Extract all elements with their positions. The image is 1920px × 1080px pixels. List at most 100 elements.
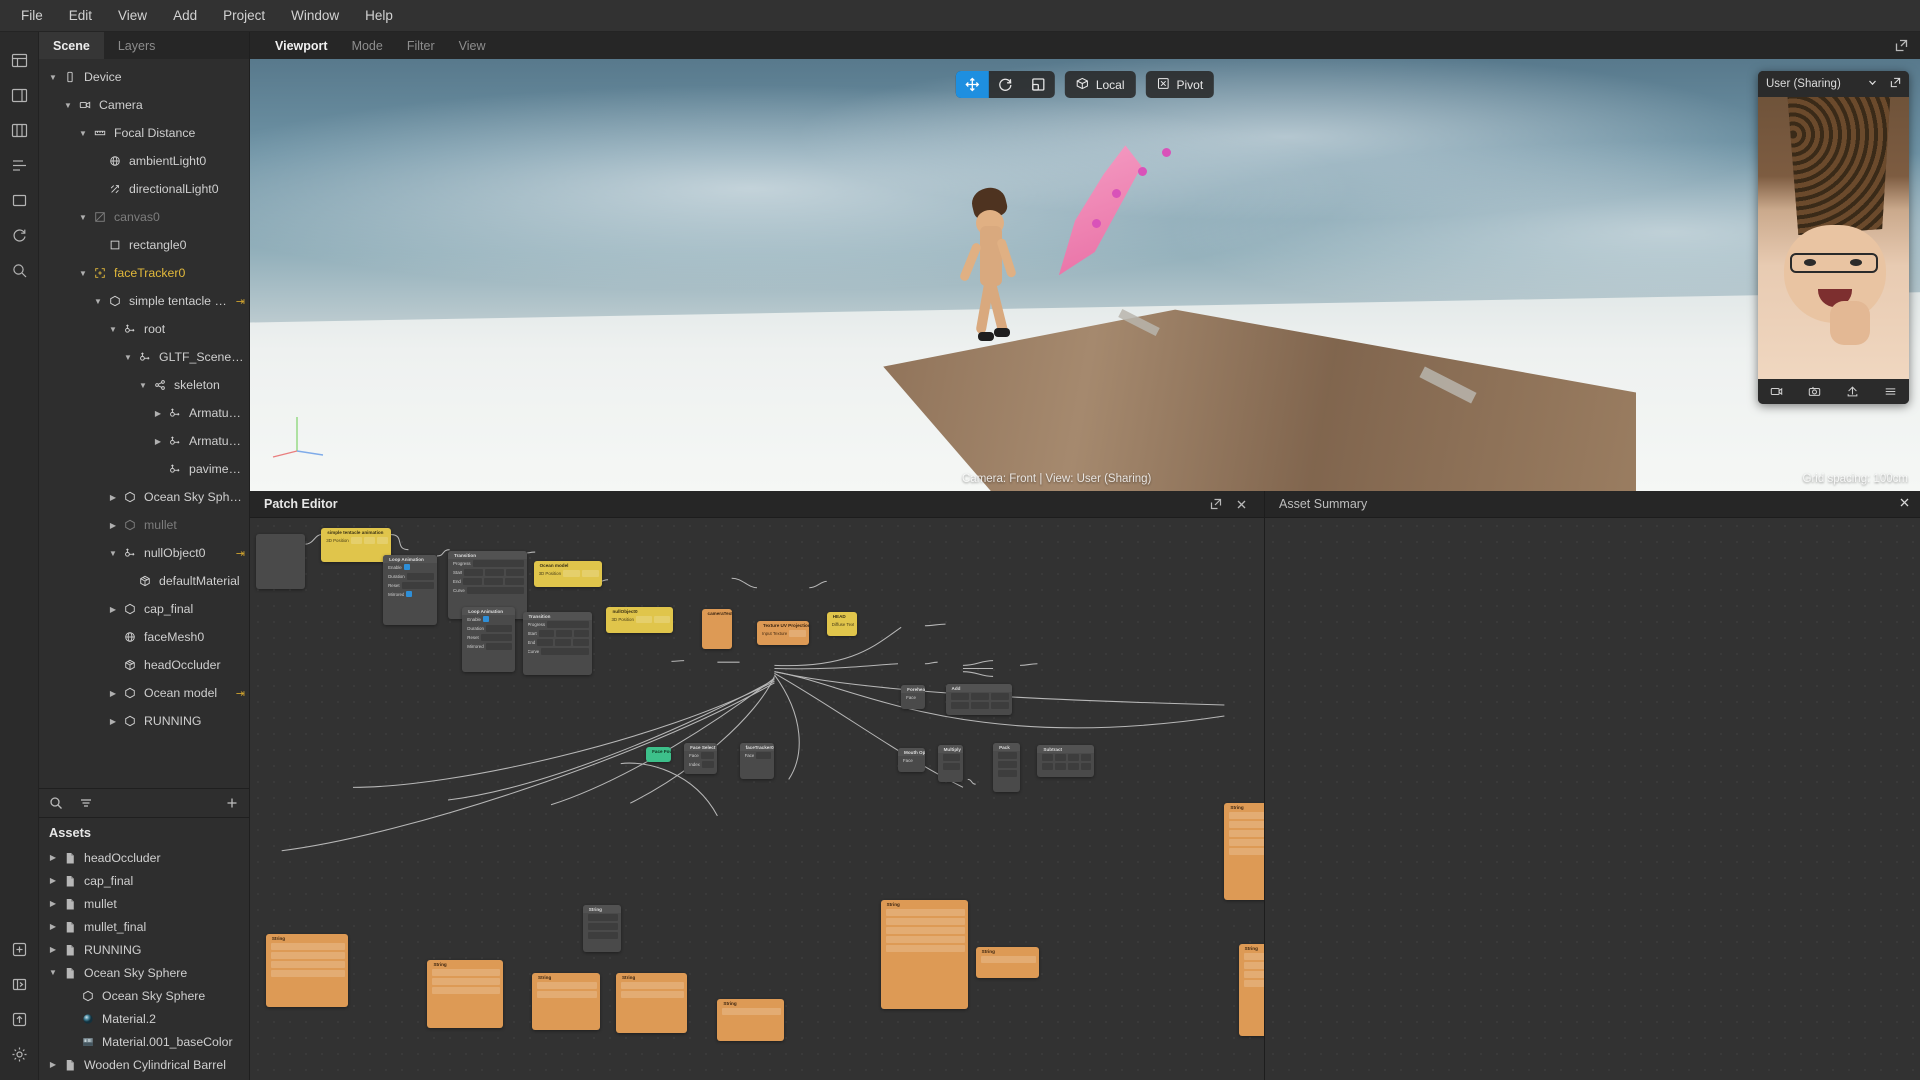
- tree-twisty-right[interactable]: ▶: [45, 922, 61, 931]
- tree-twisty-right[interactable]: ▶: [105, 605, 121, 614]
- tree-twisty-right[interactable]: ▶: [150, 409, 166, 418]
- patch-node-field[interactable]: [789, 630, 807, 638]
- columns-icon[interactable]: [3, 114, 35, 146]
- patch-node-field[interactable]: [885, 917, 965, 925]
- patch-node-field[interactable]: [1055, 754, 1066, 762]
- scene-tree-item[interactable]: ▶ mullet: [39, 511, 249, 539]
- patch-node[interactable]: String: [717, 998, 784, 1041]
- patch-node-field[interactable]: [363, 537, 375, 545]
- scene-tree-item[interactable]: defaultMaterial: [39, 567, 249, 595]
- patch-node[interactable]: String: [615, 972, 688, 1033]
- tree-twisty-right[interactable]: ▶: [45, 853, 61, 862]
- patch-node-field[interactable]: [1229, 811, 1264, 819]
- patch-node[interactable]: String: [265, 933, 349, 1007]
- menu-item-add[interactable]: Add: [160, 4, 210, 27]
- tree-twisty-down[interactable]: ▼: [135, 381, 151, 390]
- tree-twisty-right[interactable]: ▶: [105, 689, 121, 698]
- tree-twisty-right[interactable]: ▶: [45, 945, 61, 954]
- patch-node-field[interactable]: [1229, 820, 1264, 828]
- tree-twisty-down[interactable]: ▼: [90, 297, 106, 306]
- patch-node[interactable]: String: [1238, 944, 1264, 1036]
- close-icon[interactable]: [1229, 499, 1254, 510]
- asset-list-item[interactable]: ▶ mullet: [39, 892, 249, 915]
- patch-node[interactable]: Pack: [993, 742, 1020, 793]
- patch-node-field[interactable]: [998, 751, 1017, 759]
- scene-tree-item[interactable]: ▶ Ocean model ⇥: [39, 679, 249, 707]
- sharing-preview[interactable]: [1758, 97, 1909, 379]
- patch-node-field[interactable]: [998, 769, 1017, 777]
- patch-node-field[interactable]: [537, 990, 598, 998]
- patch-node[interactable]: String: [532, 972, 601, 1031]
- patch-node-field[interactable]: [635, 615, 652, 623]
- patch-node-field[interactable]: [701, 760, 715, 768]
- close-icon[interactable]: [1899, 497, 1910, 511]
- tree-twisty-down[interactable]: ▼: [75, 269, 91, 278]
- video-icon[interactable]: [1770, 385, 1783, 398]
- refresh-icon[interactable]: [3, 219, 35, 251]
- scene-tree-item[interactable]: ▶ Armature.001_4: [39, 427, 249, 455]
- patch-node-field[interactable]: [756, 751, 772, 759]
- patch-node-field[interactable]: [1055, 763, 1066, 771]
- patch-node-field[interactable]: [547, 621, 590, 629]
- patch-node-field[interactable]: [480, 633, 512, 641]
- patch-node-field[interactable]: [620, 990, 685, 998]
- tentacle-handle-dot[interactable]: [1111, 188, 1121, 198]
- patch-node-field[interactable]: [998, 760, 1017, 768]
- scene-tree-item[interactable]: ▼ simple tentacle anima...⇥: [39, 287, 249, 315]
- patch-node-field[interactable]: [970, 692, 989, 700]
- patch-node-field[interactable]: [1042, 754, 1054, 762]
- add-panel-icon[interactable]: [3, 933, 35, 965]
- patch-node-field[interactable]: [1229, 829, 1264, 837]
- patch-node-field[interactable]: [485, 642, 512, 650]
- scene-tree-item[interactable]: ▼ nullObject0 ⇥: [39, 539, 249, 567]
- expand-panel-icon[interactable]: [1895, 39, 1908, 52]
- patch-node-field[interactable]: [1067, 754, 1079, 762]
- patch-node[interactable]: ForeheadFace: [901, 685, 925, 709]
- patch-node-checkbox[interactable]: [406, 591, 413, 598]
- asset-list-item[interactable]: ▼ Ocean Sky Sphere: [39, 961, 249, 984]
- asset-list-item[interactable]: Material.2: [39, 1007, 249, 1030]
- filter-icon[interactable]: [79, 796, 93, 810]
- patch-graph-canvas[interactable]: simple tentacle animation 3D Position Loop…: [250, 518, 1264, 1080]
- frame-icon[interactable]: [3, 184, 35, 216]
- patch-node-field[interactable]: [1080, 763, 1092, 771]
- patch-node-field[interactable]: [700, 751, 715, 759]
- patch-node-field[interactable]: [538, 630, 555, 638]
- patch-node-field[interactable]: [587, 913, 618, 921]
- patch-node-field[interactable]: [942, 763, 960, 771]
- tentacle-handle-dot[interactable]: [1161, 147, 1171, 157]
- scene-tree-item[interactable]: rectangle0: [39, 231, 249, 259]
- scene-tree-item[interactable]: ▼ Device: [39, 63, 249, 91]
- patch-node-field[interactable]: [1067, 763, 1079, 771]
- patch-node-field[interactable]: [462, 577, 482, 585]
- expand-panel-icon[interactable]: [1203, 498, 1229, 510]
- settings-icon[interactable]: [3, 1038, 35, 1070]
- patch-node[interactable]: String: [1224, 802, 1264, 900]
- scale-icon[interactable]: [1022, 71, 1055, 98]
- menu-item-project[interactable]: Project: [210, 4, 278, 27]
- layout-icon[interactable]: [3, 44, 35, 76]
- patch-node-field[interactable]: [1042, 763, 1054, 771]
- scene-tree-item[interactable]: ▼ faceTracker0: [39, 259, 249, 287]
- tree-twisty-right[interactable]: ▶: [45, 876, 61, 885]
- viewport-tab-mode[interactable]: Mode: [341, 39, 394, 53]
- patch-node-field[interactable]: [505, 568, 525, 576]
- scene-tree-item[interactable]: ▼ root: [39, 315, 249, 343]
- patch-node[interactable]: [256, 533, 306, 589]
- patch-node-field[interactable]: [1243, 953, 1264, 961]
- patch-node-field[interactable]: [541, 648, 590, 656]
- scene-tree[interactable]: ▼ Device ▼ Camera ▼ Focal Distance ambientLigh…: [39, 59, 249, 788]
- patch-node-field[interactable]: [466, 586, 525, 594]
- patch-node[interactable]: nullObject0 3D Position: [606, 606, 674, 633]
- patch-node-field[interactable]: [587, 922, 618, 930]
- viewport-tab-view[interactable]: View: [448, 39, 497, 53]
- patch-node[interactable]: String: [582, 904, 621, 952]
- patch-node-field[interactable]: [620, 981, 685, 989]
- expand-icon[interactable]: [1890, 77, 1901, 91]
- patch-node-field[interactable]: [942, 754, 960, 762]
- patch-node-field[interactable]: [573, 639, 590, 647]
- panels-icon[interactable]: [3, 79, 35, 111]
- asset-list-item[interactable]: Ocean Sky Sphere: [39, 984, 249, 1007]
- patch-node-field[interactable]: [1229, 847, 1264, 855]
- rotate-icon[interactable]: [989, 71, 1022, 98]
